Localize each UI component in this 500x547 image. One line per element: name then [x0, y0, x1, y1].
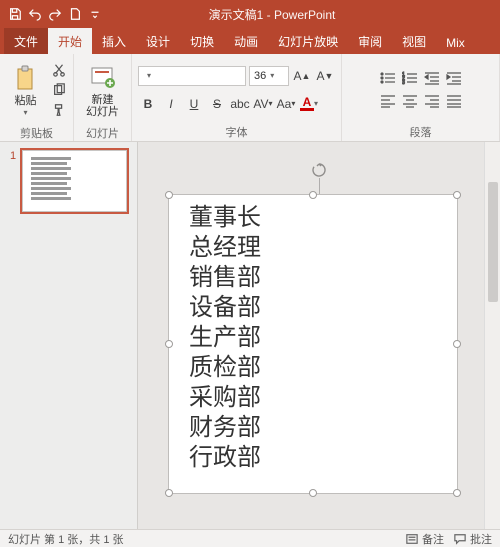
font-name-combo[interactable]: ▾	[138, 66, 246, 86]
clipboard-group-label: 剪贴板	[20, 123, 53, 141]
resize-handle[interactable]	[453, 489, 461, 497]
align-right-icon[interactable]	[422, 92, 442, 110]
paragraph-group-label: 段落	[410, 122, 432, 140]
text-line: 行政部	[189, 443, 437, 473]
text-line: 设备部	[189, 293, 437, 323]
title-bar: 演示文稿1 - PowerPoint	[0, 0, 500, 28]
slides-group-label: 幻灯片	[86, 123, 119, 141]
quick-access-toolbar	[0, 5, 104, 23]
slide-canvas[interactable]: 董事长总经理销售部设备部生产部质检部采购部财务部行政部	[138, 142, 500, 529]
decrease-font-icon[interactable]: A▼	[315, 66, 335, 86]
resize-handle[interactable]	[453, 340, 461, 348]
group-slides: 新建 幻灯片 幻灯片	[74, 54, 132, 141]
notes-button[interactable]: 备注	[406, 531, 444, 547]
resize-handle[interactable]	[309, 191, 317, 199]
save-icon[interactable]	[6, 5, 24, 23]
change-case-button[interactable]: Aa▾	[276, 94, 296, 114]
vertical-scrollbar[interactable]	[484, 142, 500, 529]
qat-dropdown-icon[interactable]	[86, 5, 104, 23]
text-shadow-button[interactable]: abc	[230, 94, 250, 114]
undo-icon[interactable]	[26, 5, 44, 23]
text-line: 销售部	[189, 263, 437, 293]
ribbon: 粘贴 ▾ 剪贴板 新建 幻灯片 幻灯片 ▾ 36 ▾ A▲	[0, 54, 500, 142]
tab-review[interactable]: 审阅	[348, 28, 392, 54]
text-line: 财务部	[189, 413, 437, 443]
font-size-value: 36	[254, 70, 266, 82]
status-bar: 幻灯片 第 1 张，共 1 张 备注 批注	[0, 529, 500, 547]
ribbon-tabs: 文件 开始 插入 设计 切换 动画 幻灯片放映 审阅 视图 Mix	[0, 28, 500, 54]
bold-button[interactable]: B	[138, 94, 158, 114]
group-paragraph: 123 段落	[342, 54, 500, 141]
strikethrough-button[interactable]: S	[207, 94, 227, 114]
character-spacing-button[interactable]: AV▾	[253, 94, 273, 114]
svg-text:3: 3	[402, 80, 405, 85]
scrollbar-thumb[interactable]	[488, 182, 498, 302]
tab-transitions[interactable]: 切换	[180, 28, 224, 54]
tab-slideshow[interactable]: 幻灯片放映	[268, 28, 348, 54]
group-clipboard: 粘贴 ▾ 剪贴板	[0, 54, 74, 141]
slide-thumbnails-panel: 1	[0, 142, 138, 529]
slide-count-label: 幻灯片 第 1 张，共 1 张	[8, 531, 124, 547]
tab-animations[interactable]: 动画	[224, 28, 268, 54]
cut-icon[interactable]	[50, 61, 68, 79]
comments-button[interactable]: 批注	[454, 531, 492, 547]
slide-thumbnail-1[interactable]	[22, 150, 127, 212]
format-painter-icon[interactable]	[50, 101, 68, 119]
text-box[interactable]: 董事长总经理销售部设备部生产部质检部采购部财务部行政部	[168, 194, 458, 494]
align-left-icon[interactable]	[378, 92, 398, 110]
work-area: 1 董事长总经理销售部设备部生产部质检部采购部财务部行政部	[0, 142, 500, 529]
text-content[interactable]: 董事长总经理销售部设备部生产部质检部采购部财务部行政部	[169, 195, 457, 481]
resize-handle[interactable]	[165, 340, 173, 348]
tab-insert[interactable]: 插入	[92, 28, 136, 54]
tab-view[interactable]: 视图	[392, 28, 436, 54]
group-font: ▾ 36 ▾ A▲ A▼ B I U S abc AV▾ Aa▾ A▾ 字体	[132, 54, 342, 141]
text-line: 采购部	[189, 383, 437, 413]
chevron-down-icon: ▾	[23, 108, 27, 117]
text-line: 质检部	[189, 353, 437, 383]
tab-design[interactable]: 设计	[136, 28, 180, 54]
numbering-icon[interactable]: 123	[400, 69, 420, 87]
tab-mix[interactable]: Mix	[436, 31, 475, 54]
increase-font-icon[interactable]: A▲	[292, 66, 312, 86]
italic-button[interactable]: I	[161, 94, 181, 114]
new-slide-label: 新建 幻灯片	[86, 94, 119, 118]
rotation-handle-line	[319, 178, 320, 194]
resize-handle[interactable]	[165, 489, 173, 497]
copy-icon[interactable]	[50, 81, 68, 99]
text-line: 生产部	[189, 323, 437, 353]
resize-handle[interactable]	[309, 489, 317, 497]
text-line: 董事长	[189, 203, 437, 233]
new-slide-button[interactable]: 新建 幻灯片	[83, 57, 123, 123]
tab-home[interactable]: 开始	[48, 28, 92, 54]
paste-label: 粘贴	[15, 95, 37, 107]
bullets-icon[interactable]	[378, 69, 398, 87]
chevron-down-icon: ▾	[270, 71, 274, 80]
window-title: 演示文稿1 - PowerPoint	[104, 6, 440, 23]
increase-indent-icon[interactable]	[444, 69, 464, 87]
justify-icon[interactable]	[444, 92, 464, 110]
text-line: 总经理	[189, 233, 437, 263]
comments-label: 批注	[470, 531, 492, 547]
font-group-label: 字体	[226, 122, 248, 140]
resize-handle[interactable]	[453, 191, 461, 199]
font-size-combo[interactable]: 36 ▾	[249, 66, 289, 86]
resize-handle[interactable]	[165, 191, 173, 199]
decrease-indent-icon[interactable]	[422, 69, 442, 87]
align-center-icon[interactable]	[400, 92, 420, 110]
font-color-button[interactable]: A▾	[299, 94, 319, 114]
chevron-down-icon: ▾	[147, 71, 151, 80]
new-file-icon[interactable]	[66, 5, 84, 23]
tab-file[interactable]: 文件	[4, 28, 48, 54]
thumbnail-number: 1	[10, 150, 16, 212]
paste-button[interactable]: 粘贴 ▾	[6, 57, 46, 123]
notes-label: 备注	[422, 531, 444, 547]
redo-icon[interactable]	[46, 5, 64, 23]
underline-button[interactable]: U	[184, 94, 204, 114]
